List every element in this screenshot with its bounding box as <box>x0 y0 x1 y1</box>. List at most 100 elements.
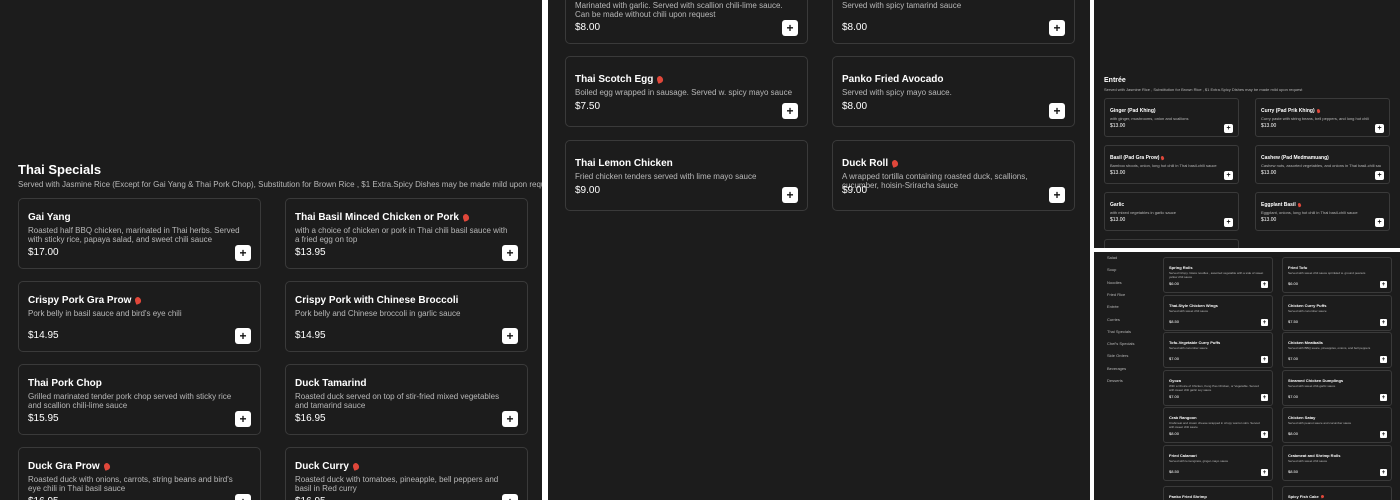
menu-item-description: Pork belly in basil sauce and bird's eye… <box>28 309 182 318</box>
menu-item-card[interactable]: Gai Yang Roasted half BBQ chicken, marina… <box>18 198 261 269</box>
add-to-cart-button[interactable]: + <box>1261 469 1268 476</box>
menu-item-price: $16.95 <box>295 496 326 500</box>
menu-item-name-text: Crispy Pork with Chinese Broccoli <box>295 295 459 306</box>
menu-item-card[interactable]: Thai Pork Chop Grilled marinated tender p… <box>18 364 261 435</box>
add-to-cart-button[interactable]: + <box>1049 20 1065 36</box>
menu-item-card[interactable]: Fried Calamari Served with lemongrass, gi… <box>1163 445 1273 481</box>
menu-item-price: $8.00 <box>842 101 868 112</box>
add-to-cart-button[interactable]: + <box>235 411 251 427</box>
sidebar-nav-item[interactable]: Thai Specials <box>1107 329 1131 334</box>
sidebar-nav-item[interactable]: Soup <box>1107 267 1116 272</box>
menu-item-card[interactable]: Steamed Chicken Dumplings Served with swe… <box>1282 370 1392 406</box>
add-to-cart-button[interactable]: + <box>1375 171 1384 180</box>
menu-item-card[interactable]: Thai Scotch Egg Boiled egg wrapped in sau… <box>565 56 808 127</box>
menu-item-card[interactable]: Spicy Fish Cake <box>1282 486 1392 500</box>
add-to-cart-button[interactable]: + <box>1380 356 1387 363</box>
sidebar-nav-item[interactable]: Beverages <box>1107 366 1126 371</box>
menu-item-name-text: Gyoza <box>1169 378 1182 383</box>
menu-item-card[interactable]: Marinated with garlic. Served with scall… <box>565 0 808 44</box>
plus-icon: + <box>786 104 794 118</box>
add-to-cart-button[interactable]: + <box>1261 281 1268 288</box>
menu-item-name-text: Duck Tamarind <box>295 378 367 389</box>
add-to-cart-button[interactable]: + <box>782 103 798 119</box>
menu-item-card[interactable]: Curry (Pad Prik Khing) Curry paste with s… <box>1255 98 1390 137</box>
sidebar-nav-item[interactable]: Fried Rice <box>1107 292 1125 297</box>
menu-item-card[interactable]: Thai-Style Chicken Wings Served with swee… <box>1163 295 1273 331</box>
add-to-cart-button[interactable]: + <box>1380 281 1387 288</box>
sidebar-nav-item[interactable]: Entrée <box>1107 304 1119 309</box>
add-to-cart-button[interactable]: + <box>502 494 518 500</box>
add-to-cart-button[interactable]: + <box>1380 394 1387 401</box>
menu-item-card[interactable]: Tofu-Vegetable Curry Puffs Served with cu… <box>1163 332 1273 368</box>
menu-item-card[interactable]: Garlic with mixed vegetables in garlic sa… <box>1104 192 1239 231</box>
menu-item-card[interactable]: Basil (Pad Gra Prow) Bamboo shoots, onion… <box>1104 145 1239 184</box>
chili-icon <box>656 75 665 84</box>
add-to-cart-button[interactable]: + <box>502 411 518 427</box>
menu-item-card[interactable]: Crispy Pork Gra Prow Pork belly in basil … <box>18 281 261 352</box>
menu-item-card[interactable]: Panko Fried Shrimp <box>1163 486 1273 500</box>
add-to-cart-button[interactable]: + <box>782 187 798 203</box>
add-to-cart-button[interactable]: + <box>1380 431 1387 438</box>
add-to-cart-button[interactable]: + <box>1261 431 1268 438</box>
add-to-cart-button[interactable]: + <box>235 328 251 344</box>
plus-icon: + <box>1381 356 1386 363</box>
add-to-cart-button[interactable]: + <box>1049 187 1065 203</box>
add-to-cart-button[interactable]: + <box>1224 218 1233 227</box>
menu-item-name: Fried Tofu <box>1288 265 1307 270</box>
add-to-cart-button[interactable]: + <box>1380 319 1387 326</box>
add-to-cart-button[interactable]: + <box>235 494 251 500</box>
menu-item-card[interactable]: Duck Gra Prow Roasted duck with onions, c… <box>18 447 261 500</box>
sidebar-nav-item[interactable]: Noodles <box>1107 280 1122 285</box>
menu-item-card[interactable]: Cashew (Pad Medmamuang) Cashew nuts, asso… <box>1255 145 1390 184</box>
menu-item-card[interactable]: Fried Tofu Served with sweet chili sauce … <box>1282 257 1392 293</box>
menu-item-card[interactable]: Ginger (Pad Khing) with ginger, mushrooms… <box>1104 98 1239 137</box>
menu-item-card[interactable]: Duck Roll A wrapped tortilla containing r… <box>832 140 1075 211</box>
menu-item-card[interactable]: Gyoza With a Choice of Chicken, Kung Pao … <box>1163 370 1273 406</box>
add-to-cart-button[interactable]: + <box>1375 124 1384 133</box>
add-to-cart-button[interactable]: + <box>1261 356 1268 363</box>
add-to-cart-button[interactable]: + <box>782 20 798 36</box>
add-to-cart-button[interactable]: + <box>502 328 518 344</box>
add-to-cart-button[interactable]: + <box>1261 319 1268 326</box>
menu-item-description: Served with cucumber sauce <box>1288 309 1327 313</box>
menu-item-card[interactable]: Chicken Satay Served with peanut sauce an… <box>1282 407 1392 443</box>
menu-item-card[interactable]: Thai Lemon Chicken Fried chicken tenders … <box>565 140 808 211</box>
menu-item-card[interactable] <box>1104 239 1239 248</box>
add-to-cart-button[interactable]: + <box>1049 103 1065 119</box>
add-to-cart-button[interactable]: + <box>1261 394 1268 401</box>
menu-item-card[interactable]: Crabmeat and Shrimp Rolls Served with swe… <box>1282 445 1392 481</box>
sidebar-nav-item[interactable]: Curries <box>1107 317 1120 322</box>
menu-item-card[interactable]: Eggplant Basil Eggplant, onions, long hot… <box>1255 192 1390 231</box>
add-to-cart-button[interactable]: + <box>502 245 518 261</box>
sidebar-nav-item[interactable]: Side Orders <box>1107 353 1128 358</box>
add-to-cart-button[interactable]: + <box>1224 171 1233 180</box>
menu-item-name: Garlic <box>1110 202 1124 208</box>
menu-item-card[interactable]: Duck Curry Roasted duck with tomatoes, pi… <box>285 447 528 500</box>
menu-item-price: $17.00 <box>28 247 59 258</box>
add-to-cart-button[interactable]: + <box>1224 124 1233 133</box>
menu-item-price: $6.00 <box>1288 281 1299 286</box>
sidebar-nav-item[interactable]: Chef's Specials <box>1107 341 1134 346</box>
menu-item-name: Steamed Chicken Dumplings <box>1288 378 1343 383</box>
menu-item-card[interactable]: Thai Basil Minced Chicken or Pork with a … <box>285 198 528 269</box>
menu-item-name: Eggplant Basil <box>1261 202 1302 208</box>
menu-item-card[interactable]: Panko Fried Avocado Served with spicy may… <box>832 56 1075 127</box>
menu-item-card[interactable]: Chicken Curry Puffs Served with cucumber … <box>1282 295 1392 331</box>
add-to-cart-button[interactable]: + <box>1380 469 1387 476</box>
menu-item-card[interactable]: Duck Tamarind Roasted duck served on top … <box>285 364 528 435</box>
menu-item-card[interactable]: Spring Rolls Served Crispy. Glass noodles… <box>1163 257 1273 293</box>
menu-item-description: with mixed vegetables in garlic sauce <box>1110 210 1177 215</box>
chili-icon <box>1297 202 1302 208</box>
menu-item-card[interactable]: Crispy Pork with Chinese Broccoli Pork be… <box>285 281 528 352</box>
menu-item-price: $13.95 <box>295 247 326 258</box>
add-to-cart-button[interactable]: + <box>1375 218 1384 227</box>
add-to-cart-button[interactable]: + <box>235 245 251 261</box>
menu-item-card[interactable]: Chicken Meatballs Served with BBQ sauce, … <box>1282 332 1392 368</box>
sidebar-nav-item[interactable]: Salad <box>1107 255 1117 260</box>
menu-item-description: Roasted duck with onions, carrots, strin… <box>28 475 233 493</box>
menu-item-card[interactable]: Crab Rangoon Crabmeat and cream cheese wr… <box>1163 407 1273 443</box>
menu-item-description: with a choice of chicken or pork in Thai… <box>295 226 508 244</box>
menu-item-description: Served with cucumber sauce <box>1169 346 1208 350</box>
sidebar-nav-item[interactable]: Desserts <box>1107 378 1123 383</box>
menu-item-card[interactable]: Served with spicy tamarind sauce $8.00 + <box>832 0 1075 44</box>
